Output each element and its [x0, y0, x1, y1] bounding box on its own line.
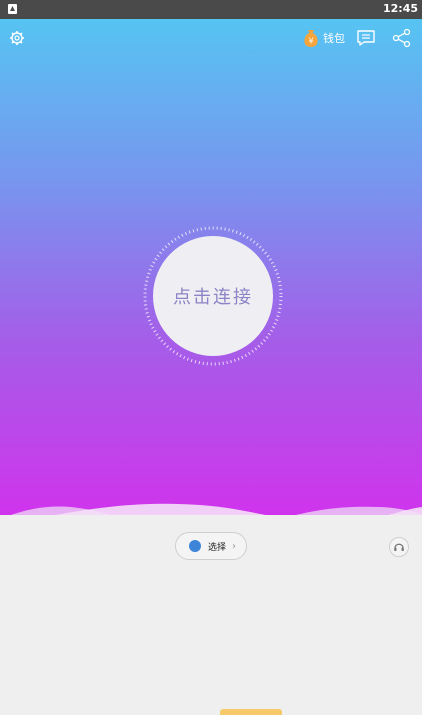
connect-label: 点击连接 — [173, 287, 253, 308]
settings-button[interactable] — [4, 25, 30, 51]
wallet-label: 钱包 — [323, 32, 345, 45]
wave-decoration — [10, 503, 422, 515]
message-icon — [357, 30, 375, 46]
support-button[interactable] — [389, 537, 409, 557]
connect-button[interactable]: 点击连接 — [153, 236, 273, 356]
chevron-right-icon: › — [232, 540, 237, 552]
bottom-tab-indicator[interactable] — [220, 709, 282, 715]
select-button[interactable]: 选择 › — [175, 532, 247, 560]
connect-area: 点击连接 — [140, 223, 286, 369]
select-label: 选择 — [208, 542, 227, 553]
status-bar: 12:45 — [0, 0, 422, 19]
share-icon — [392, 28, 411, 48]
hero-background: ¥ 钱包 点击连接 — [0, 19, 422, 515]
status-time: 12:45 — [382, 2, 418, 15]
select-dot-icon — [189, 540, 201, 552]
share-button[interactable] — [389, 25, 415, 51]
message-button[interactable] — [353, 25, 379, 51]
settings-icon — [10, 31, 24, 45]
app-notification-icon — [8, 4, 17, 14]
svg-text:¥: ¥ — [308, 37, 313, 46]
headset-icon — [394, 543, 404, 551]
wallet-button[interactable]: ¥ 钱包 — [302, 25, 345, 51]
wallet-icon: ¥ — [304, 30, 318, 47]
